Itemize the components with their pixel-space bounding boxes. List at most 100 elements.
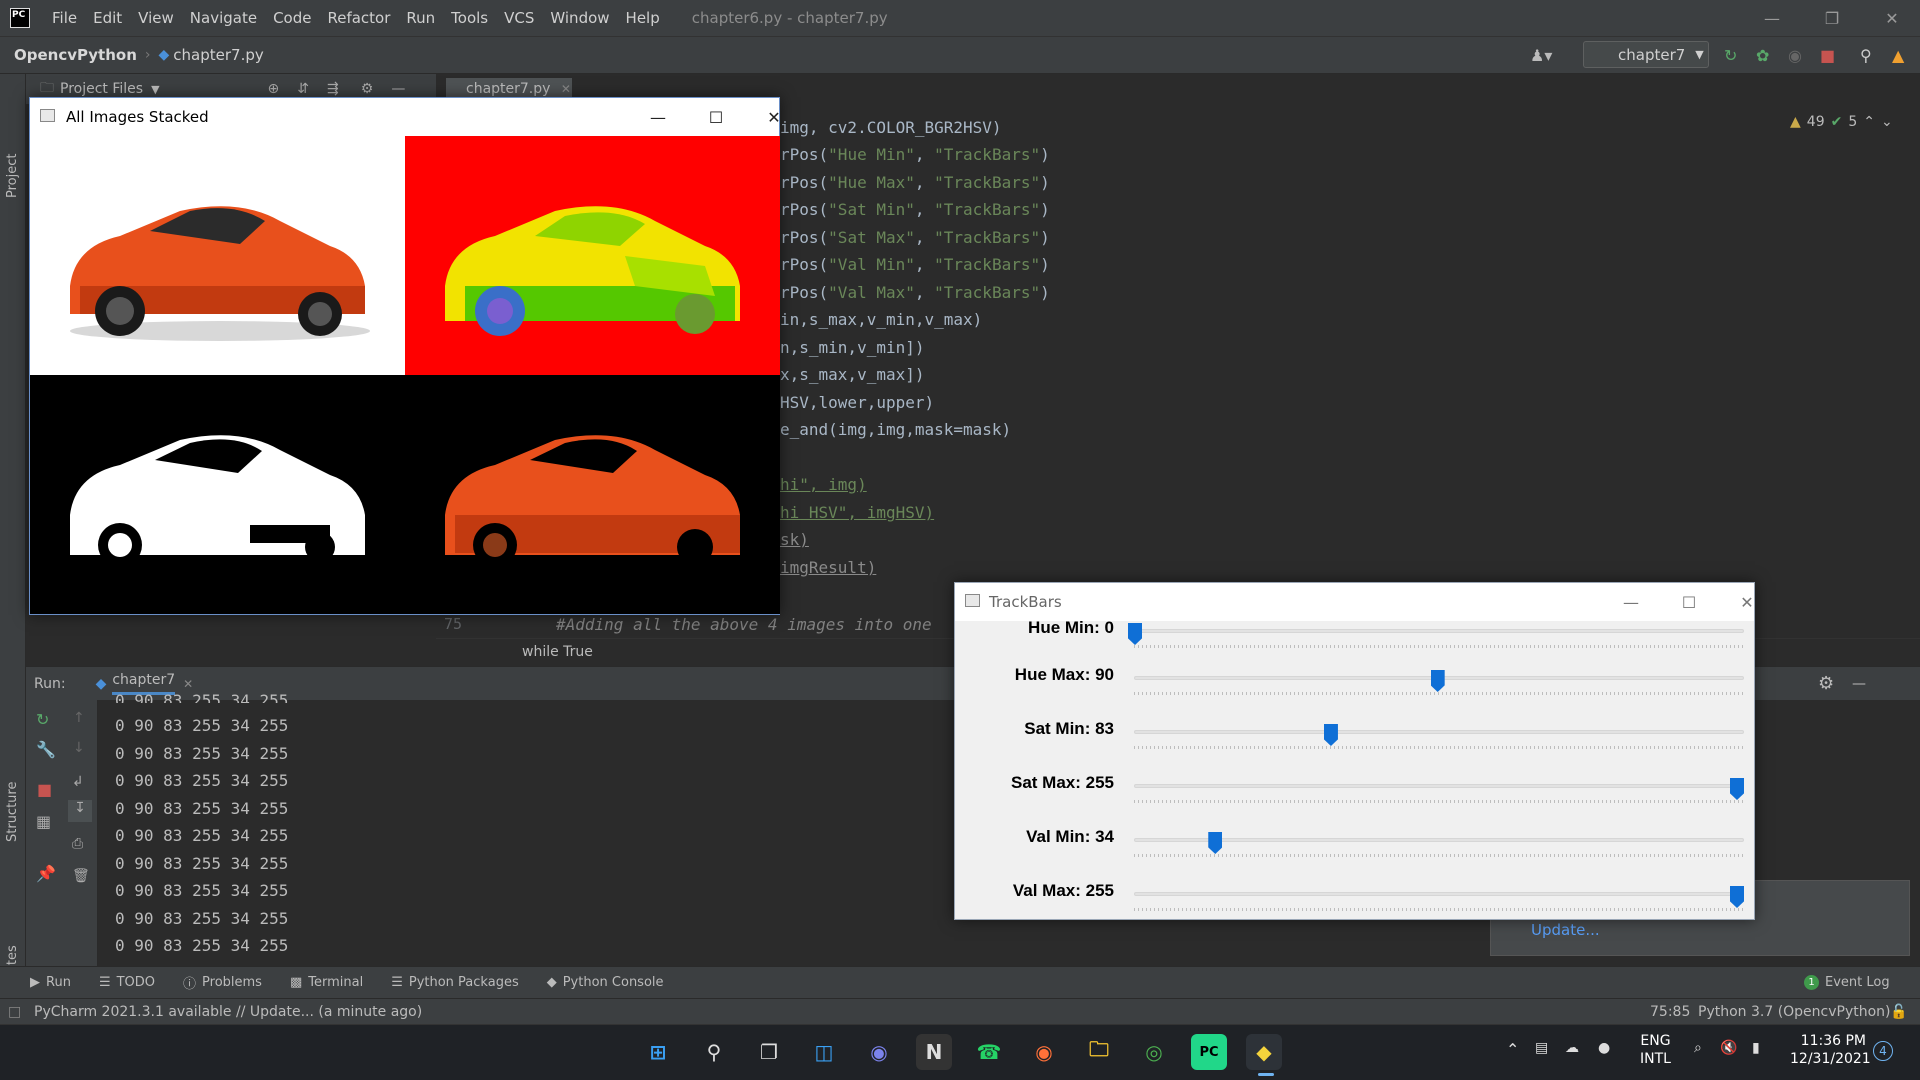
maximize-icon[interactable]: ☐ xyxy=(693,98,739,136)
notification-badge[interactable]: 4 xyxy=(1873,1041,1893,1061)
trackbars-window[interactable]: TrackBars — ☐ ✕ Hue Min: 0 Hue Max: 90 Sat… xyxy=(954,582,1755,920)
tool-tab-run[interactable]: ▶ Run xyxy=(30,975,71,990)
scroll-to-end-icon[interactable]: ↧ xyxy=(68,800,92,822)
soft-wrap-icon[interactable]: ↲ xyxy=(72,774,84,790)
minimize-icon[interactable]: — xyxy=(1608,583,1654,621)
arrow-down-icon[interactable]: ↓ xyxy=(73,740,85,756)
trackbar-thumb-val-max[interactable] xyxy=(1730,886,1744,908)
chevron-down-icon[interactable]: ⌄ xyxy=(1881,114,1893,130)
chrome-icon[interactable]: ◎ xyxy=(1136,1034,1172,1070)
event-log-tab[interactable]: 1 Event Log xyxy=(1804,975,1890,990)
trackbar-thumb-sat-max[interactable] xyxy=(1730,778,1744,800)
collapse-all-icon[interactable]: ⇶ xyxy=(327,81,339,97)
stop-icon[interactable]: ■ xyxy=(1820,46,1835,65)
wifi-icon[interactable]: ⌕ xyxy=(1694,1040,1702,1056)
project-panel-title[interactable]: Project Files xyxy=(60,81,143,97)
locate-icon[interactable]: ⊕ xyxy=(268,81,280,97)
trackbar-thumb-val-min[interactable] xyxy=(1208,832,1223,854)
print-icon[interactable]: ⎙ xyxy=(72,836,83,852)
trackbar-groove-sat-min[interactable] xyxy=(1134,730,1744,734)
task-view-icon[interactable]: ❐ xyxy=(751,1034,787,1070)
pycharm-taskbar-icon[interactable]: PC xyxy=(1191,1034,1227,1070)
chevron-up-icon[interactable]: ⌃ xyxy=(1506,1040,1519,1059)
file-explorer-icon[interactable]: 🗀 xyxy=(1081,1034,1117,1070)
menu-run[interactable]: Run xyxy=(398,9,443,27)
tool-tab-terminal[interactable]: ▩ Terminal xyxy=(290,975,363,990)
menu-tools[interactable]: Tools xyxy=(443,9,496,27)
close-icon[interactable]: ✕ xyxy=(751,98,797,136)
gear-icon[interactable]: ⚙ xyxy=(361,81,374,97)
battery-icon[interactable]: ▮ xyxy=(1752,1040,1760,1056)
breadcrumb-project[interactable]: OpencvPython xyxy=(14,46,137,64)
debug-icon[interactable]: ✿ xyxy=(1756,46,1769,65)
user-icon[interactable]: ♟▾ xyxy=(1530,46,1552,65)
close-tab-icon[interactable]: ✕ xyxy=(561,82,571,96)
tool-tab-problems[interactable]: ⓘ Problems xyxy=(183,973,262,992)
wrench-icon[interactable]: 🔧 xyxy=(36,740,56,759)
clock[interactable]: 11:36 PM 12/31/2021 xyxy=(1790,1032,1871,1068)
trash-icon[interactable]: 🗑 xyxy=(72,868,90,884)
menu-vcs[interactable]: VCS xyxy=(496,9,542,27)
breadcrumb-file[interactable]: chapter7.py xyxy=(173,46,263,64)
menu-view[interactable]: View xyxy=(130,9,182,27)
cloud-icon[interactable]: ☁ xyxy=(1565,1040,1579,1056)
arrow-up-icon[interactable]: ↑ xyxy=(73,710,85,726)
tool-tab-python-packages[interactable]: ☰ Python Packages xyxy=(391,975,519,990)
search-icon[interactable]: ⚲ xyxy=(696,1034,732,1070)
project-tool-tab[interactable]: Project xyxy=(5,154,20,198)
trackbar-groove-hue-min[interactable] xyxy=(1134,629,1744,633)
trackbar-thumb-sat-min[interactable] xyxy=(1323,724,1338,746)
interpreter[interactable]: Python 3.7 (OpencvPython) xyxy=(1698,1004,1891,1020)
menu-code[interactable]: Code xyxy=(265,9,319,27)
close-icon[interactable]: ✕ xyxy=(1862,0,1920,36)
coverage-icon[interactable]: ◉ xyxy=(1788,46,1802,65)
menu-window[interactable]: Window xyxy=(542,9,617,27)
microphone-icon[interactable]: ● xyxy=(1598,1040,1610,1056)
pin-icon[interactable]: 📌 xyxy=(36,864,56,883)
run-configuration-select[interactable]: chapter7 ▼ xyxy=(1583,41,1709,68)
tool-tab-python-console[interactable]: ◆ Python Console xyxy=(547,975,664,990)
status-message[interactable]: PyCharm 2021.3.1 available // Update... … xyxy=(34,1004,422,1020)
update-link[interactable]: Update... xyxy=(1531,921,1600,939)
images-window[interactable]: All Images Stacked — ☐ ✕ xyxy=(29,97,781,615)
chat-icon[interactable]: ◉ xyxy=(861,1034,897,1070)
layout-icon[interactable]: ▦ xyxy=(36,812,51,831)
editor-breadcrumb[interactable]: while True xyxy=(522,644,593,660)
widgets-icon[interactable]: ◫ xyxy=(806,1034,842,1070)
rerun-icon[interactable]: ↻ xyxy=(36,710,49,729)
trackbar-groove-sat-max[interactable] xyxy=(1134,784,1744,788)
close-icon[interactable]: ✕ xyxy=(1724,583,1770,621)
whatsapp-icon[interactable]: ☎ xyxy=(971,1034,1007,1070)
menu-refactor[interactable]: Refactor xyxy=(319,9,398,27)
trackbar-thumb-hue-min[interactable] xyxy=(1128,623,1142,645)
start-icon[interactable]: ⊞ xyxy=(640,1034,676,1070)
restore-icon[interactable]: ❐ xyxy=(1802,0,1862,36)
gear-icon[interactable]: ⚙ xyxy=(1818,673,1834,694)
update-icon[interactable]: ▲ xyxy=(1892,46,1904,65)
menu-navigate[interactable]: Navigate xyxy=(182,9,265,27)
menu-help[interactable]: Help xyxy=(618,9,668,27)
caret-position[interactable]: 75:85 xyxy=(1650,1004,1690,1020)
display-icon[interactable]: ▤ xyxy=(1535,1040,1548,1056)
hide-icon[interactable]: — xyxy=(391,81,405,97)
python-taskbar-icon[interactable]: ◆ xyxy=(1246,1034,1282,1070)
inspections-widget[interactable]: ▲ 49 ✔ 5 ⌃ ⌄ xyxy=(1790,114,1893,130)
menu-file[interactable]: File xyxy=(44,9,85,27)
notion-icon[interactable]: N xyxy=(916,1034,952,1070)
layout-toggle-icon[interactable]: □ xyxy=(8,1004,21,1020)
close-tab-icon[interactable]: ✕ xyxy=(183,677,193,691)
language-indicator[interactable]: ENG INTL xyxy=(1640,1032,1671,1068)
menu-edit[interactable]: Edit xyxy=(85,9,130,27)
lock-icon[interactable]: 🔓 xyxy=(1890,1004,1907,1020)
search-icon[interactable]: ⚲ xyxy=(1860,46,1872,65)
hide-icon[interactable]: — xyxy=(1852,676,1866,692)
rerun-icon[interactable]: ↻ xyxy=(1724,46,1737,65)
firefox-icon[interactable]: ◉ xyxy=(1026,1034,1062,1070)
tool-tab-todo[interactable]: ☰ TODO xyxy=(99,975,155,990)
volume-muted-icon[interactable]: 🔇 xyxy=(1720,1040,1737,1056)
stop-icon[interactable]: ■ xyxy=(37,780,52,799)
trackbar-thumb-hue-max[interactable] xyxy=(1430,670,1445,692)
minimize-icon[interactable]: — xyxy=(1742,0,1802,36)
structure-tool-tab[interactable]: Structure xyxy=(5,782,20,842)
maximize-icon[interactable]: ☐ xyxy=(1666,583,1712,621)
